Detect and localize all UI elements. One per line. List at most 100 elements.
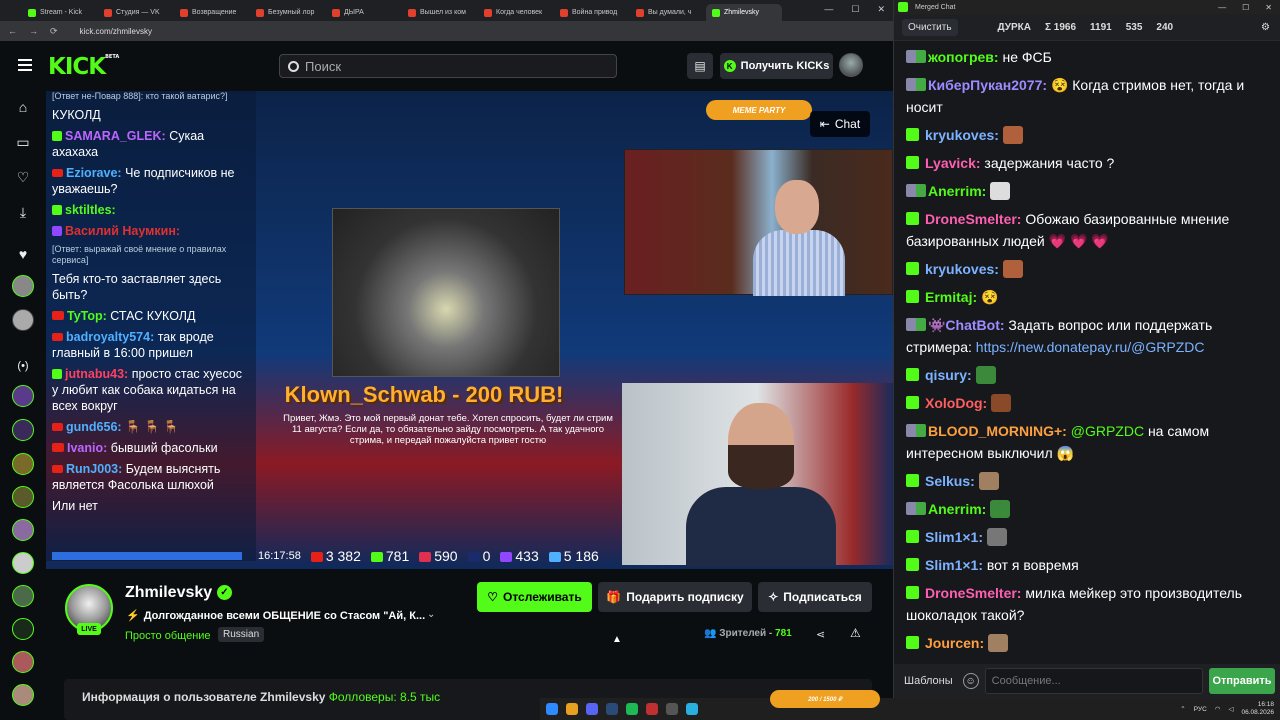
- channel-name[interactable]: Zhmilevsky: [125, 584, 212, 602]
- search-input[interactable]: Поиск: [279, 54, 617, 78]
- forward-icon[interactable]: →: [29, 26, 38, 36]
- chevron-up-icon[interactable]: ⌃: [1180, 705, 1185, 713]
- browser-tab[interactable]: Безумный лор: [250, 4, 326, 21]
- browser-tab[interactable]: Stream - Kick: [22, 4, 98, 21]
- followed-channel-avatar[interactable]: [12, 309, 34, 331]
- browse-icon[interactable]: ▭: [12, 131, 34, 153]
- channel-avatar[interactable]: [12, 486, 34, 508]
- chat-username[interactable]: qisury:: [925, 367, 972, 383]
- heart-icon[interactable]: ♥: [12, 243, 34, 265]
- browser-tab[interactable]: Вы думали, ч: [630, 4, 706, 21]
- report-icon[interactable]: ⚠: [850, 626, 861, 640]
- chat-username[interactable]: kryukoves:: [925, 261, 999, 277]
- chat-mention[interactable]: @GRPZDC: [1071, 423, 1144, 439]
- chrome-icon[interactable]: [566, 703, 578, 715]
- chat-username[interactable]: DroneSmelter:: [925, 585, 1021, 601]
- chat-username[interactable]: Jourcen:: [925, 635, 984, 651]
- subscribe-button[interactable]: ✧ Подписаться: [758, 582, 872, 612]
- channel-avatar[interactable]: [12, 453, 34, 475]
- chat-username[interactable]: kryukoves:: [925, 127, 999, 143]
- chat-link[interactable]: https://new.donatepay.ru/@GRPZDC: [976, 339, 1205, 355]
- following-icon[interactable]: ♡: [12, 166, 34, 188]
- gift-sub-button[interactable]: 🎁 Подарить подписку: [598, 582, 752, 612]
- maximize-icon[interactable]: ☐: [1242, 3, 1249, 12]
- steam-icon[interactable]: [606, 703, 618, 715]
- minimize-icon[interactable]: —: [1218, 3, 1226, 12]
- gear-icon[interactable]: ⚙: [1261, 22, 1270, 33]
- maximize-icon[interactable]: ☐: [851, 4, 859, 15]
- kick-logo[interactable]: KICKBETA: [48, 54, 119, 80]
- browser-tab-active[interactable]: Zhmilevsky: [706, 4, 782, 21]
- volume-icon[interactable]: ◁: [1228, 705, 1233, 713]
- chat-username[interactable]: Anerrim:: [928, 183, 986, 199]
- followed-channel-avatar[interactable]: [12, 275, 34, 297]
- download-icon[interactable]: ⤓: [12, 201, 34, 223]
- language-tag[interactable]: Russian: [218, 627, 265, 642]
- reload-icon[interactable]: ⟳: [50, 26, 58, 37]
- chat-username[interactable]: Ermitaj:: [925, 289, 977, 305]
- clear-button[interactable]: Очистить: [902, 18, 958, 36]
- channel-avatar[interactable]: [12, 552, 34, 574]
- viewer-count: 👥 Зрителей - 781: [704, 628, 792, 639]
- channel-avatar[interactable]: [12, 618, 34, 640]
- chat-username[interactable]: Lyavick:: [925, 155, 981, 171]
- chat-username[interactable]: Selkus:: [925, 473, 975, 489]
- merged-chat-window: Merged Chat — ☐ ✕ Очистить ДУРКА Σ 1966 11…: [893, 0, 1280, 720]
- app-icon[interactable]: [666, 703, 678, 715]
- chat-username: badroyalty574:: [66, 330, 155, 344]
- chat-toggle-button[interactable]: ⇤ Chat: [810, 111, 870, 137]
- channel-avatar[interactable]: [12, 519, 34, 541]
- clock[interactable]: 16:18 06.08.2026: [1241, 701, 1274, 717]
- chat-username[interactable]: жопогрев:: [928, 49, 999, 65]
- language-indicator[interactable]: РУС: [1194, 706, 1207, 713]
- channel-avatar[interactable]: [12, 684, 34, 706]
- url-field[interactable]: kick.com/zhmilevsky: [80, 27, 152, 36]
- emoji-icon[interactable]: ☺: [962, 673, 979, 689]
- send-button[interactable]: Отправить: [1209, 668, 1275, 694]
- get-kicks-button[interactable]: K Получить KICKs: [720, 53, 833, 79]
- spotify-icon[interactable]: [626, 703, 638, 715]
- browser-tab[interactable]: Когда человек: [478, 4, 554, 21]
- wifi-icon[interactable]: ◠: [1215, 705, 1221, 713]
- chat-username[interactable]: DroneSmelter:: [925, 211, 1021, 227]
- back-icon[interactable]: ←: [8, 26, 17, 36]
- chevron-down-icon[interactable]: ⌄: [427, 609, 435, 620]
- channel-avatar[interactable]: [12, 585, 34, 607]
- channel-avatar[interactable]: [12, 651, 34, 673]
- kick-icon: [906, 156, 919, 169]
- discord-icon[interactable]: [586, 703, 598, 715]
- yt-platform-icon: [52, 423, 63, 431]
- browser-tab[interactable]: ДЫРА: [326, 4, 402, 21]
- home-icon[interactable]: ⌂: [12, 96, 34, 118]
- minimize-icon[interactable]: —: [824, 4, 833, 15]
- browser-tab[interactable]: Студия — VK: [98, 4, 174, 21]
- channel-avatar[interactable]: [12, 385, 34, 407]
- windows-start-icon[interactable]: [546, 703, 558, 715]
- video-player[interactable]: [Ответ не-Повар 888]: кто такой ватарис?…: [46, 91, 893, 569]
- browser-tab[interactable]: Возвращение: [174, 4, 250, 21]
- chat-username[interactable]: BLOOD_MORNING+:: [928, 423, 1067, 439]
- browser-tab[interactable]: Вышел из ком: [402, 4, 478, 21]
- chat-username[interactable]: Slim1×1:: [925, 529, 983, 545]
- follow-button[interactable]: ♡ Отслеживать: [477, 582, 592, 612]
- channel-avatar[interactable]: [12, 419, 34, 441]
- user-avatar[interactable]: [839, 53, 863, 77]
- share-icon[interactable]: ⋖: [816, 628, 825, 641]
- close-icon[interactable]: ✕: [877, 4, 885, 15]
- templates-button[interactable]: Шаблоны: [900, 671, 957, 691]
- person-icon: [548, 552, 561, 562]
- chat-username[interactable]: Anerrim:: [928, 501, 986, 517]
- close-icon[interactable]: ✕: [1265, 3, 1272, 12]
- store-icon[interactable]: ▤: [687, 53, 713, 79]
- chat-username[interactable]: XoloDog:: [925, 395, 987, 411]
- message-input[interactable]: Сообщение...: [984, 668, 1203, 694]
- chat-username[interactable]: КиберПукан2077:: [928, 77, 1047, 93]
- app-icon[interactable]: [646, 703, 658, 715]
- chat-username[interactable]: Slim1×1:: [925, 557, 983, 573]
- browser-tab[interactable]: Война привод: [554, 4, 630, 21]
- overlay-chat-message: Ivanio: бывший фасольки: [52, 440, 250, 456]
- menu-icon[interactable]: [18, 59, 32, 74]
- stream-category[interactable]: Просто общение: [125, 630, 211, 642]
- telegram-icon[interactable]: [686, 703, 698, 715]
- chat-username[interactable]: 👾ChatBot:: [928, 317, 1005, 333]
